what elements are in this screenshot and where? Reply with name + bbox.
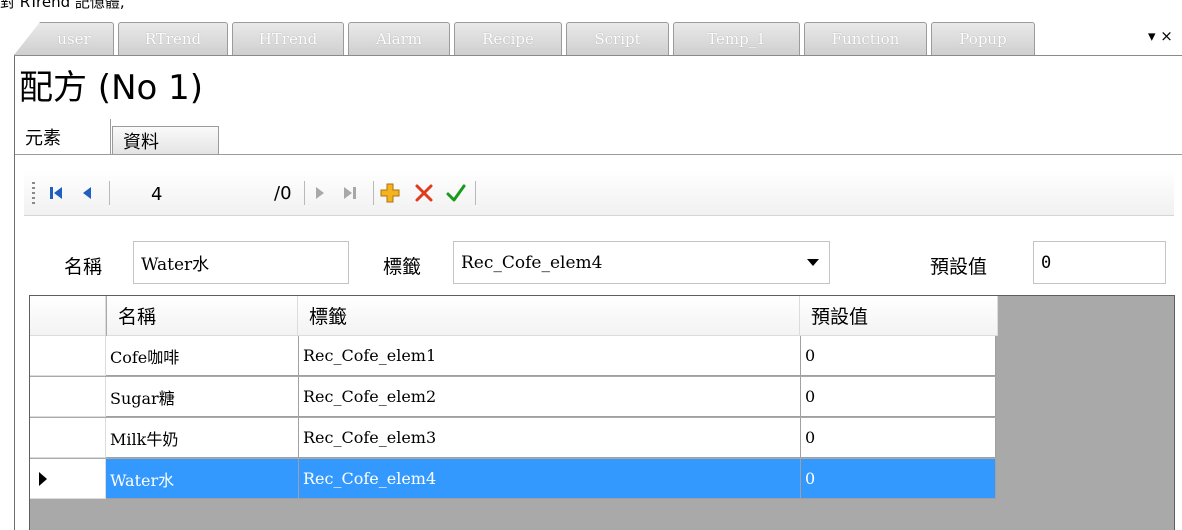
record-position-input[interactable]: 4 <box>147 179 245 209</box>
table-row-selected[interactable]: Water水 Rec_Cofe_elem4 0 <box>30 459 996 499</box>
grid-corner-cell <box>30 296 106 336</box>
cell-tag[interactable]: Rec_Cofe_elem4 <box>299 459 801 499</box>
tab-user[interactable]: user <box>14 22 114 55</box>
default-field-label: 預設值 <box>930 255 988 278</box>
elements-grid: 名稱 標籤 預設值 Cofe咖啡 Rec_Cofe_elem1 0 Sugar糖… <box>29 295 1175 530</box>
name-field[interactable]: Water水 <box>133 241 349 284</box>
cell-name[interactable]: Sugar糖 <box>106 377 299 417</box>
window-list-dropdown-icon[interactable]: ▾ × <box>1148 27 1173 45</box>
table-row[interactable]: Sugar糖 Rec_Cofe_elem2 0 <box>30 377 996 417</box>
cell-default[interactable]: 0 <box>801 336 996 376</box>
toolbar-separator <box>109 181 110 205</box>
cell-name[interactable]: Water水 <box>106 459 299 499</box>
column-header-name[interactable]: 名稱 <box>107 296 298 336</box>
tab-temp-1[interactable]: Temp_1 <box>673 22 800 55</box>
tab-function[interactable]: Function <box>804 22 927 55</box>
tag-field-label: 標籤 <box>383 255 422 278</box>
record-count-label: /0 <box>274 182 292 204</box>
toolbar-separator <box>304 181 305 205</box>
confirm-icon[interactable] <box>446 178 466 208</box>
inner-tab-divider <box>15 154 1182 155</box>
tab-strip-divider <box>14 55 1182 56</box>
tab-alarm[interactable]: Alarm <box>348 22 450 55</box>
tag-select[interactable]: Rec_Cofe_elem4 <box>453 241 830 284</box>
tag-select-value: Rec_Cofe_elem4 <box>461 252 603 273</box>
default-value-field[interactable]: 0 <box>1033 241 1166 284</box>
table-row[interactable]: Milk牛奶 Rec_Cofe_elem3 0 <box>30 418 996 458</box>
grid-header: 名稱 標籤 預設值 <box>30 296 998 336</box>
move-next-icon[interactable] <box>313 178 327 208</box>
table-row[interactable]: Cofe咖啡 Rec_Cofe_elem1 0 <box>30 336 996 376</box>
move-last-icon[interactable] <box>342 178 358 208</box>
tab-script[interactable]: Script <box>566 22 669 55</box>
tab-rtrend[interactable]: RTrend <box>118 22 228 55</box>
toolbar-separator <box>475 181 476 205</box>
toolbar-separator <box>373 181 374 205</box>
tab-popup[interactable]: Popup <box>931 22 1035 55</box>
chevron-down-icon[interactable] <box>807 259 819 266</box>
delete-icon[interactable] <box>414 178 434 208</box>
tab-htrend[interactable]: HTrend <box>232 22 344 55</box>
cell-name[interactable]: Cofe咖啡 <box>106 336 299 376</box>
row-header[interactable] <box>30 418 106 458</box>
cell-tag[interactable]: Rec_Cofe_elem3 <box>299 418 801 458</box>
cell-name[interactable]: Milk牛奶 <box>106 418 299 458</box>
cell-default[interactable]: 0 <box>801 418 996 458</box>
tab-recipe[interactable]: Recipe <box>454 22 562 55</box>
inner-tab-bar: 元素 資料 <box>15 119 1182 155</box>
row-header[interactable] <box>30 336 106 376</box>
add-icon[interactable] <box>380 178 400 208</box>
column-header-default[interactable]: 預設值 <box>800 296 998 336</box>
tab-elements[interactable]: 元素 <box>15 119 111 155</box>
move-previous-icon[interactable] <box>80 178 94 208</box>
truncated-top-text: 對 RTrend 記憶體, <box>0 0 125 11</box>
move-first-icon[interactable] <box>48 178 64 208</box>
row-header[interactable] <box>30 459 106 499</box>
tab-data[interactable]: 資料 <box>112 126 219 154</box>
current-row-indicator-icon <box>39 472 47 486</box>
cell-tag[interactable]: Rec_Cofe_elem1 <box>299 336 801 376</box>
toolbar-grip-icon[interactable] <box>32 182 35 204</box>
cell-default[interactable]: 0 <box>801 459 996 499</box>
column-header-tag[interactable]: 標籤 <box>298 296 800 336</box>
row-header[interactable] <box>30 377 106 417</box>
page-title: 配方 (No 1) <box>19 68 204 108</box>
name-field-label: 名稱 <box>64 255 103 278</box>
document-tab-strip: user RTrend HTrend Alarm Recipe Script T… <box>0 9 1182 56</box>
cell-default[interactable]: 0 <box>801 377 996 417</box>
cell-tag[interactable]: Rec_Cofe_elem2 <box>299 377 801 417</box>
